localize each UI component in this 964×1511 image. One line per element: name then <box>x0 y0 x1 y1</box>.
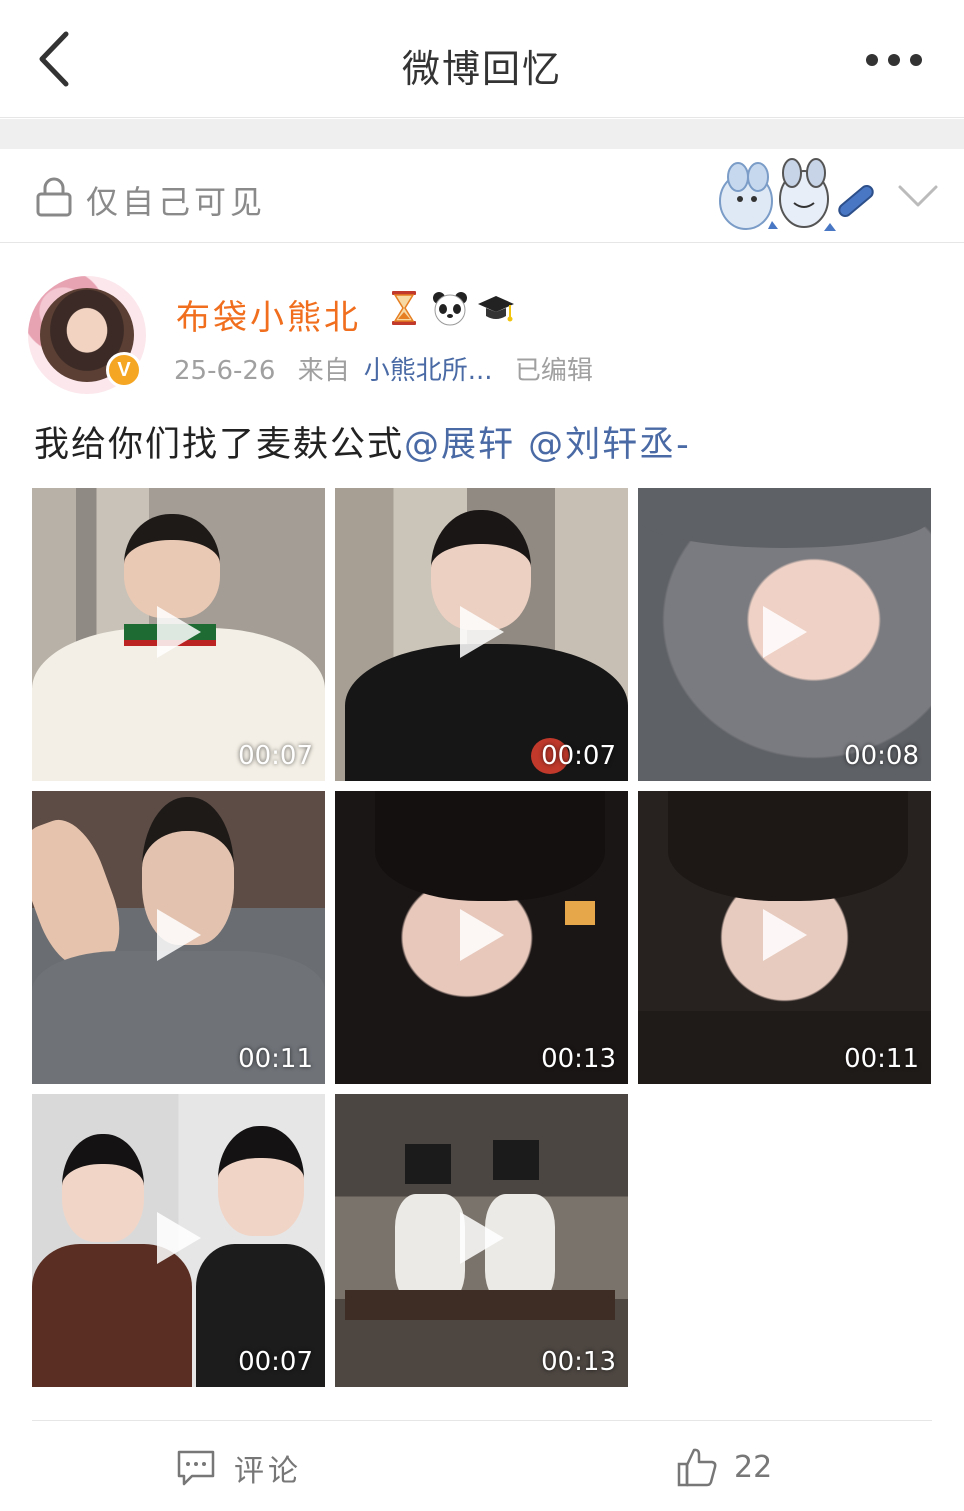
play-icon <box>157 909 201 961</box>
comment-icon <box>177 1450 215 1486</box>
like-count: 22 <box>734 1449 773 1485</box>
panda-emoji-icon <box>433 292 467 326</box>
video-duration: 00:07 <box>238 741 313 771</box>
edited-label[interactable]: 已编辑 <box>515 356 593 386</box>
post-meta: 25-6-26 来自 小熊北所... 已编辑 <box>174 350 607 387</box>
page-title: 微博回忆 <box>401 47 562 91</box>
section-separator <box>0 119 964 149</box>
video-duration: 00:13 <box>541 1347 616 1377</box>
play-icon <box>763 909 807 961</box>
video-duration: 00:11 <box>844 1044 919 1074</box>
video-duration: 00:07 <box>238 1347 313 1377</box>
verified-badge-icon: V <box>106 352 142 388</box>
play-icon <box>460 1212 504 1264</box>
play-icon <box>460 606 504 658</box>
post-date: 25-6-26 <box>174 356 276 386</box>
video-thumbnail[interactable]: 00:11 <box>638 791 931 1084</box>
post-body: 我给你们找了麦麸公式 <box>34 425 405 465</box>
comment-button[interactable]: 评论 <box>176 1444 302 1492</box>
post-text: 我给你们找了麦麸公式@展轩 @刘轩丞- <box>34 416 691 467</box>
play-icon <box>157 1212 201 1264</box>
video-thumbnail[interactable]: 00:13 <box>335 791 628 1084</box>
privacy-setting-row[interactable]: 仅自己可见 <box>0 149 964 243</box>
play-icon <box>460 909 504 961</box>
video-duration: 00:13 <box>541 1044 616 1074</box>
like-button[interactable]: 22 <box>676 1442 772 1492</box>
play-icon <box>157 606 201 658</box>
video-thumbnail[interactable]: 00:13 <box>335 1094 628 1387</box>
comment-label: 评论 <box>234 1454 302 1489</box>
chevron-down-icon[interactable] <box>896 179 940 213</box>
cartoon-sticker-icon <box>719 158 874 231</box>
privacy-label: 仅自己可见 <box>86 183 267 221</box>
username[interactable]: 布袋小熊北 <box>176 290 361 339</box>
video-thumbnail[interactable]: 00:07 <box>335 488 628 781</box>
lock-icon <box>36 177 72 217</box>
action-bar-divider <box>32 1420 932 1421</box>
source-prefix: 来自 <box>297 356 350 386</box>
thumbs-up-icon <box>677 1448 717 1487</box>
mention-link[interactable]: @刘轩丞- <box>528 425 691 465</box>
mention-link[interactable]: @展轩 <box>404 425 515 465</box>
post-source-link[interactable]: 小熊北所... <box>364 356 493 386</box>
more-options-icon[interactable] <box>862 40 926 80</box>
video-thumbnail[interactable]: 00:07 <box>32 1094 325 1387</box>
user-emoji-badges <box>384 288 516 328</box>
graduation-cap-emoji-icon <box>478 296 514 322</box>
video-thumbnail[interactable]: 00:07 <box>32 488 325 781</box>
video-thumbnail[interactable]: 00:11 <box>32 791 325 1084</box>
top-nav-bar: 微博回忆 <box>0 0 964 118</box>
video-duration: 00:07 <box>541 741 616 771</box>
avatar[interactable]: V <box>28 276 146 394</box>
video-duration: 00:11 <box>238 1044 313 1074</box>
play-icon <box>763 606 807 658</box>
hourglass-emoji-icon <box>392 291 416 325</box>
video-duration: 00:08 <box>844 741 919 771</box>
post-card: V 布袋小熊北 25-6-26 来自 小熊北所... 已编辑 我给你们找了麦麸公式… <box>0 244 964 1511</box>
video-thumbnail[interactable]: 00:08 <box>638 488 931 781</box>
